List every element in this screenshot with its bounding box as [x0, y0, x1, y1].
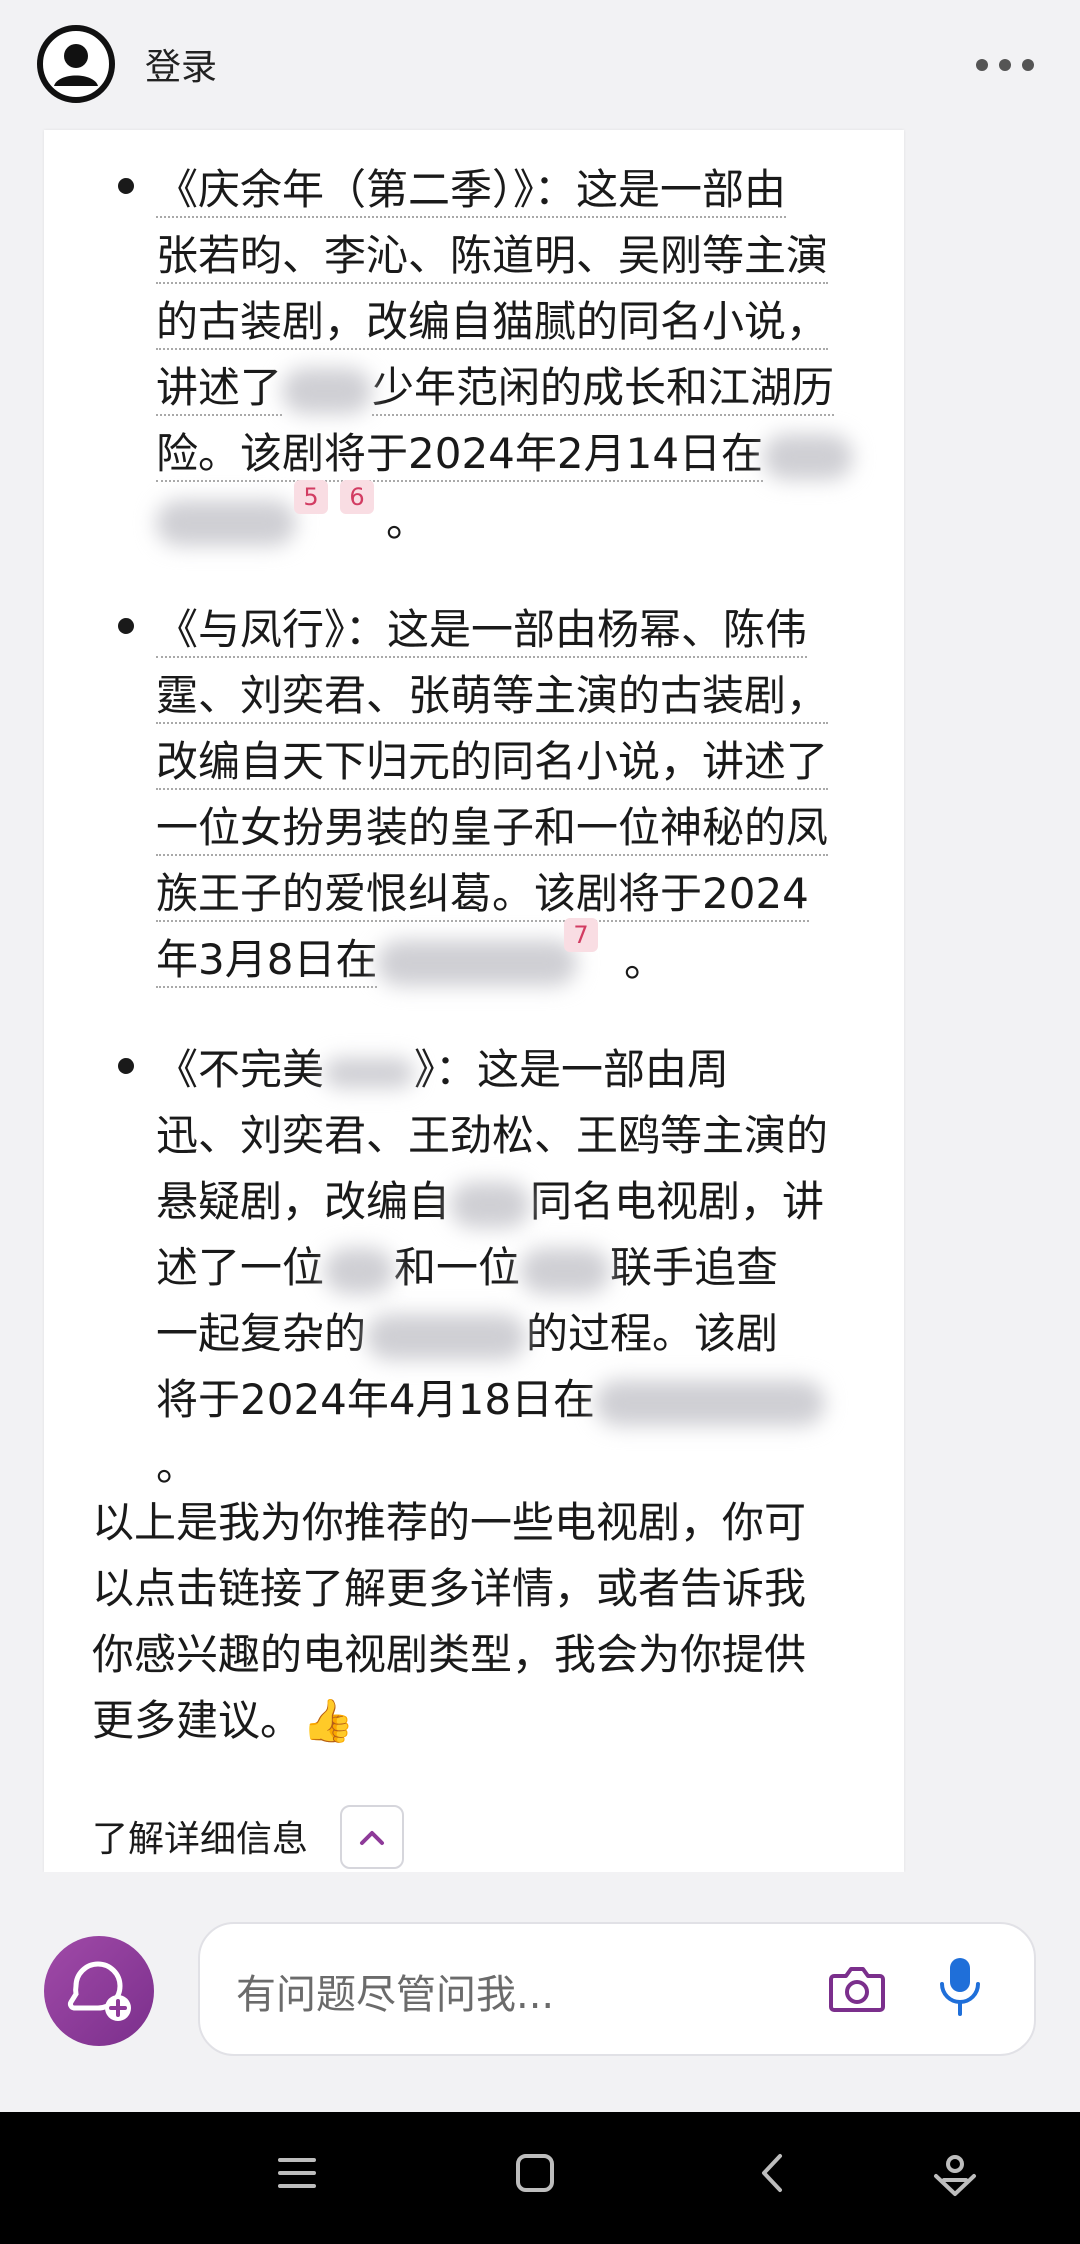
redacted-blur: [595, 1379, 826, 1426]
bullet: [118, 618, 134, 634]
redacted-blur: [377, 939, 578, 986]
item-text: 的过程。该剧: [526, 1309, 779, 1358]
more-info-label[interactable]: 了解详细信息: [92, 1810, 308, 1862]
more-dots-icon[interactable]: [970, 40, 1040, 90]
item-text: 联手追查: [610, 1243, 779, 1292]
home-square-icon[interactable]: [514, 2152, 556, 2198]
microphone-icon[interactable]: [938, 1956, 982, 2018]
system-nav-bar: [0, 2112, 1080, 2244]
item-link[interactable]: 险。该剧将于2024年2月14日在: [156, 429, 764, 482]
paragraph-line: 以上是我为你推荐的一些电视剧，你可: [92, 1498, 807, 1547]
period: 。: [624, 937, 667, 986]
item-link[interactable]: 《庆余年（第二季）》：这是一部由: [156, 165, 787, 218]
item-text: 》：这是一部由周: [414, 1045, 730, 1094]
item-text: 迅、刘奕君、王劲松、王鸥等主演的: [156, 1111, 829, 1160]
item-text: 将于2024年4月18日在: [156, 1375, 596, 1424]
item-link[interactable]: 年3月8日在: [156, 935, 378, 988]
citation-badge[interactable]: 7: [564, 918, 598, 952]
paragraph-line: 以点击链接了解更多详情，或者告诉我: [92, 1564, 807, 1613]
item-link[interactable]: 族王子的爱恨纠葛。该剧将于2024: [156, 869, 809, 922]
back-icon[interactable]: [752, 2152, 794, 2198]
item-link[interactable]: 讲述了: [156, 363, 283, 416]
redacted-blur: [324, 1247, 395, 1294]
redacted-blur: [366, 1313, 527, 1360]
item-link[interactable]: 改编自天下归元的同名小说，讲述了: [156, 737, 829, 790]
item-text: 一起复杂的: [156, 1309, 367, 1358]
redacted-blur: [282, 367, 373, 414]
paragraph-line: 更多建议。👍: [92, 1696, 355, 1745]
user-avatar-icon[interactable]: [36, 24, 116, 104]
bullet: [118, 178, 134, 194]
new-chat-icon[interactable]: [44, 1936, 154, 2046]
redacted-blur: [520, 1247, 611, 1294]
redacted-blur: [156, 499, 296, 546]
item-text: 和一位: [394, 1243, 521, 1292]
item-text: 述了一位: [156, 1243, 325, 1292]
item-link[interactable]: 霆、刘奕君、张萌等主演的古装剧，: [156, 671, 829, 724]
closing-paragraph: 以上是我为你推荐的一些电视剧，你可 以点击链接了解更多详情，或者告诉我 你感兴趣…: [92, 1490, 892, 1754]
item-text: 同名电视剧，讲: [530, 1177, 825, 1226]
item-link[interactable]: 少年范闲的成长和江湖历: [372, 363, 835, 416]
item-link[interactable]: 张若昀、李沁、陈道明、吴刚等主演: [156, 231, 829, 284]
item-text: 悬疑剧，改编自: [156, 1177, 451, 1226]
item-text: 《不完美: [156, 1045, 325, 1094]
item-link[interactable]: 《与凤行》：这是一部由杨幂、陈伟: [156, 605, 808, 658]
assistant-icon[interactable]: [932, 2152, 978, 2202]
login-link[interactable]: 登录: [145, 38, 217, 90]
redacted-blur: [763, 433, 854, 480]
bullet: [118, 1058, 134, 1074]
chevron-up-icon[interactable]: [340, 1805, 404, 1869]
item-link[interactable]: 一位女扮男装的皇子和一位神秘的凤: [156, 803, 829, 856]
camera-icon[interactable]: [828, 1962, 886, 2014]
citation-badge[interactable]: 5: [294, 480, 328, 514]
item-link[interactable]: 的古装剧，改编自猫腻的同名小说，: [156, 297, 829, 350]
period: 。: [386, 497, 429, 546]
chat-input[interactable]: 有问题尽管问我...: [198, 1922, 1036, 2056]
answer-card: 《庆余年（第二季）》：这是一部由 张若昀、李沁、陈道明、吴刚等主演 的古装剧，改…: [44, 130, 904, 1872]
redacted-blur: [324, 1057, 415, 1088]
period: 。: [156, 1441, 199, 1490]
citation-badge[interactable]: 6: [340, 480, 374, 514]
chat-input-placeholder: 有问题尽管问我...: [236, 1972, 555, 2018]
top-bar: 登录: [0, 0, 1080, 130]
menu-icon[interactable]: [276, 2152, 318, 2198]
paragraph-line: 你感兴趣的电视剧类型，我会为你提供: [92, 1630, 807, 1679]
redacted-blur: [450, 1181, 531, 1228]
